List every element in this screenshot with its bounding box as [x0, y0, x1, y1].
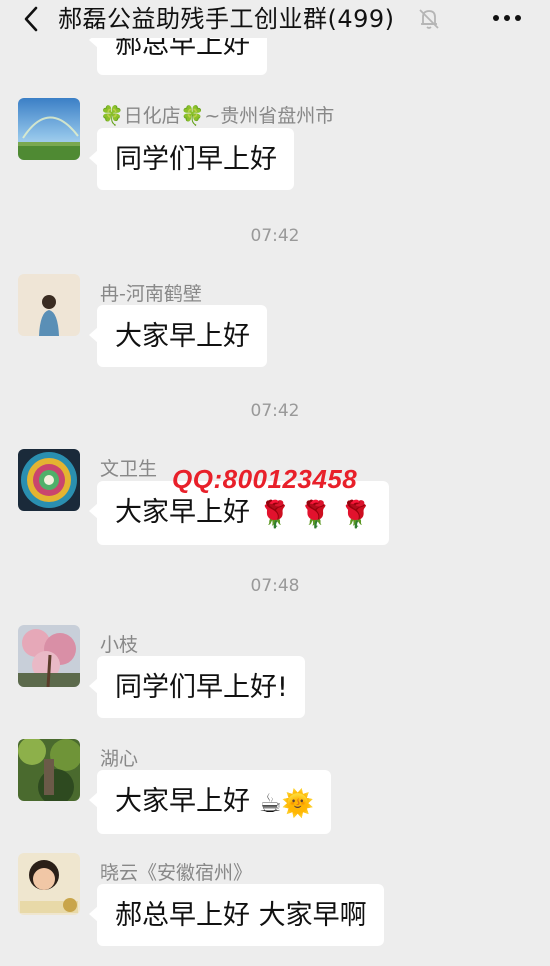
timestamp: 07:42: [250, 401, 300, 421]
message-text: 同学们早上好!: [115, 672, 288, 703]
message-bubble[interactable]: 同学们早上好!: [89, 656, 305, 718]
message-text: 郝总早上好 大家早啊: [115, 900, 367, 931]
sender-name: 冉-河南鹤壁: [100, 283, 202, 305]
sender-name: 🍀日化店🍀~贵州省盘州市: [100, 105, 335, 127]
message-bubble[interactable]: 同学们早上好: [89, 128, 294, 190]
sender-name: 湖心: [100, 748, 139, 770]
avatar[interactable]: [18, 853, 80, 915]
timestamp: 07:42: [250, 226, 300, 246]
rose-icon: 🌹 🌹 🌹: [258, 500, 373, 530]
timestamp: 07:48: [250, 576, 300, 596]
message-text: 大家早上好: [115, 321, 250, 352]
avatar[interactable]: [18, 98, 80, 160]
message-text: 大家早上好: [115, 786, 250, 817]
message-text: 同学们早上好: [115, 144, 277, 175]
avatar[interactable]: [18, 739, 80, 801]
chat-header: 郝磊公益助残手工创业群(499): [0, 0, 550, 38]
mute-bell-icon: [419, 9, 439, 29]
message-bubble[interactable]: 大家早上好 ☕🌞: [88, 770, 332, 834]
message-bubble[interactable]: 大家早上好: [89, 305, 267, 367]
message-bubble[interactable]: 郝总早上好 大家早啊: [89, 884, 384, 946]
sender-name: 文卫生: [100, 458, 158, 480]
avatar[interactable]: [18, 625, 80, 687]
sender-name: 晓云《安徽宿州》: [100, 862, 253, 884]
chat-message-list[interactable]: 郝总早上好 🍀日化店🍀~贵州省盘州市 同学们早上好 07:42 冉-河南鹤壁 大…: [0, 0, 550, 966]
group-title: 郝磊公益助残手工创业群(499): [58, 5, 395, 33]
watermark: QQ:800123458: [172, 464, 358, 494]
sender-name: 小枝: [100, 634, 139, 656]
message-text: 大家早上好: [115, 497, 250, 528]
avatar[interactable]: [18, 449, 80, 511]
avatar[interactable]: [18, 274, 80, 336]
more-options-icon[interactable]: [490, 8, 524, 28]
coffee-sun-icon: ☕🌞: [258, 789, 315, 819]
back-arrow-icon[interactable]: [18, 4, 48, 34]
